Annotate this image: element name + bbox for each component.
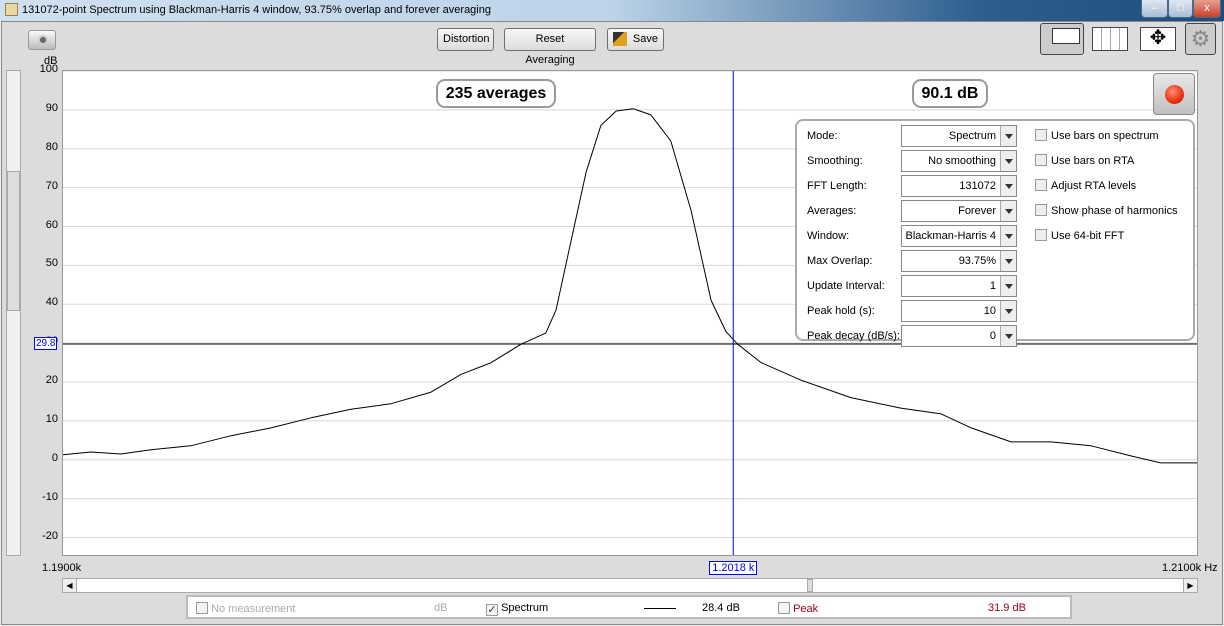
y-tick-label: 0: [51, 451, 58, 464]
distortion-button[interactable]: Distortion: [437, 28, 494, 51]
setting-label: Averages:: [807, 205, 857, 217]
y-tick-label: 60: [45, 218, 58, 231]
setting-label: Peak decay (dB/s):: [807, 330, 900, 342]
y-tick-label: 70: [45, 179, 58, 192]
y-tick-label: 50: [45, 257, 58, 270]
setting-label: Smoothing:: [807, 155, 863, 167]
checkbox[interactable]: [1035, 179, 1047, 191]
chevron-down-icon[interactable]: [1000, 176, 1016, 196]
chevron-down-icon[interactable]: [1000, 226, 1016, 246]
horizontal-scroll-thumb[interactable]: [807, 579, 813, 592]
chevron-down-icon[interactable]: [1000, 151, 1016, 171]
y-tick-label: 10: [45, 412, 58, 425]
java-app-icon: [5, 3, 18, 16]
chevron-down-icon[interactable]: [1000, 326, 1016, 346]
peak-value: 31.9 dB: [988, 602, 1026, 614]
settings-panel: Mode: Spectrum Smoothing: No smoothing FFT…: [795, 119, 1195, 347]
window-title: 131072-point Spectrum using Blackman-Har…: [22, 4, 491, 16]
close-button[interactable]: x: [1193, 0, 1221, 18]
legend-peak[interactable]: Peak: [778, 602, 818, 615]
y-tick-label: 40: [45, 296, 58, 309]
spectrum-value: 28.4 dB: [702, 602, 740, 614]
checkbox[interactable]: [1035, 129, 1047, 141]
gear-icon[interactable]: ⚙: [1185, 23, 1216, 55]
chevron-down-icon[interactable]: [1000, 126, 1016, 146]
setting-label: FFT Length:: [807, 180, 867, 192]
spectrum-line-swatch: [644, 608, 676, 609]
peak-checkbox[interactable]: [778, 602, 790, 614]
y-tick-label: 100: [39, 63, 58, 75]
setting-checkbox[interactable]: Adjust RTA levels: [1035, 179, 1136, 192]
legend-no-measurement[interactable]: No measurement: [196, 602, 295, 615]
minimize-button[interactable]: –: [1141, 0, 1168, 18]
setting-checkbox[interactable]: Use 64-bit FFT: [1035, 229, 1124, 242]
spectrum-checkbox[interactable]: ✓: [486, 604, 498, 616]
setting-dropdown[interactable]: 0: [901, 325, 1017, 347]
setting-dropdown[interactable]: Forever: [901, 200, 1017, 222]
peak-level-badge: 90.1 dB: [912, 79, 988, 108]
vertical-scrollbar[interactable]: [6, 70, 21, 556]
no-measurement-checkbox[interactable]: [196, 602, 208, 614]
reset-averaging-button[interactable]: Reset Averaging: [504, 28, 596, 66]
save-icon: [613, 32, 627, 46]
setting-dropdown[interactable]: 93.75%: [901, 250, 1017, 272]
maximize-button[interactable]: □: [1168, 0, 1193, 18]
record-button[interactable]: [1153, 73, 1195, 115]
setting-checkbox[interactable]: Use bars on RTA: [1035, 154, 1134, 167]
title-bar: 131072-point Spectrum using Blackman-Har…: [0, 0, 1224, 21]
checkbox[interactable]: [1035, 229, 1047, 241]
y-tick-label: -10: [42, 490, 58, 503]
scroll-right-arrow-icon[interactable]: ▶: [1183, 579, 1197, 592]
grid-icon[interactable]: [1092, 27, 1128, 51]
legend-spectrum[interactable]: ✓ Spectrum: [486, 602, 548, 616]
checkbox[interactable]: [1035, 204, 1047, 216]
setting-label: Max Overlap:: [807, 255, 873, 267]
scroll-left-arrow-icon[interactable]: ◀: [63, 579, 77, 592]
chevron-down-icon[interactable]: [1000, 276, 1016, 296]
setting-label: Mode:: [807, 130, 838, 142]
setting-checkbox[interactable]: Use bars on spectrum: [1035, 129, 1159, 142]
camera-icon[interactable]: [28, 30, 56, 50]
setting-checkbox[interactable]: Show phase of harmonics: [1035, 204, 1178, 217]
cursor-y-label: 29.8: [34, 336, 58, 350]
averages-badge: 235 averages: [436, 79, 556, 108]
setting-dropdown[interactable]: 1: [901, 275, 1017, 297]
setting-dropdown[interactable]: No smoothing: [901, 150, 1017, 172]
setting-dropdown[interactable]: 10: [901, 300, 1017, 322]
setting-dropdown[interactable]: Blackman-Harris 4: [901, 225, 1017, 247]
setting-label: Window:: [807, 230, 850, 242]
y-tick-label: 80: [45, 140, 58, 153]
checkbox[interactable]: [1035, 154, 1047, 166]
setting-dropdown[interactable]: 131072: [901, 175, 1017, 197]
chevron-down-icon[interactable]: [1000, 201, 1016, 221]
vertical-scroll-thumb[interactable]: [7, 171, 20, 311]
setting-dropdown[interactable]: Spectrum: [901, 125, 1017, 147]
horizontal-scrollbar[interactable]: ◀ ▶: [62, 578, 1198, 593]
x-axis-end-label: 1.2100k Hz: [1162, 562, 1218, 574]
y-tick-label: 20: [45, 374, 58, 387]
x-axis-start-label: 1.1900k: [42, 562, 82, 574]
setting-label: Peak hold (s):: [807, 305, 875, 317]
y-tick-label: -20: [42, 529, 58, 542]
chevron-down-icon[interactable]: [1000, 301, 1016, 321]
record-indicator-icon: [1165, 85, 1184, 104]
no-measurement-value: dB: [434, 602, 448, 614]
pan-zoom-icon[interactable]: ✥: [1140, 27, 1176, 51]
app-window: 131072-point Spectrum using Blackman-Har…: [0, 0, 1224, 626]
legend-bar: No measurement dB ✓ Spectrum 28.4 dB Pea…: [186, 595, 1072, 619]
graph-layout-icon[interactable]: [1040, 23, 1084, 55]
chevron-down-icon[interactable]: [1000, 251, 1016, 271]
y-tick-label: 90: [45, 101, 58, 114]
save-button[interactable]: Save: [607, 28, 664, 51]
setting-label: Update Interval:: [807, 280, 885, 292]
cursor-x-label: 1.2018 k: [709, 561, 758, 575]
